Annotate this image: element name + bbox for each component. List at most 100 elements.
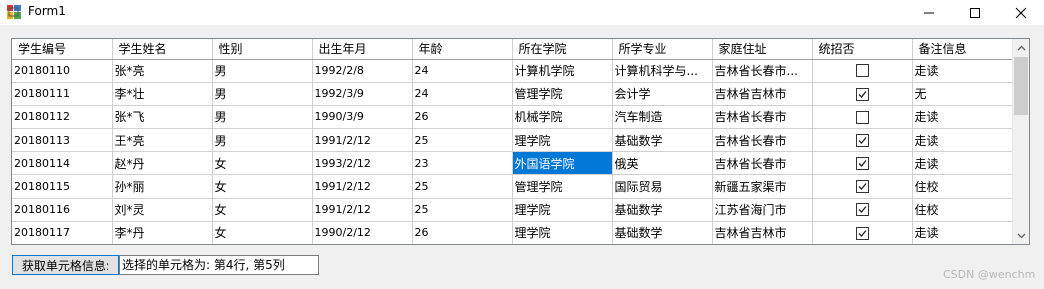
table-cell[interactable]: 俄英 xyxy=(612,151,713,176)
table-cell-checkbox[interactable] xyxy=(812,105,913,130)
table-cell[interactable]: 机械学院 xyxy=(512,105,613,130)
table-cell[interactable]: 26 xyxy=(412,221,513,244)
table-cell[interactable]: 管理学院 xyxy=(512,82,613,106)
table-cell[interactable]: 计算机科学与... xyxy=(612,59,713,83)
table-row[interactable]: 20180111 李*壮男 1992/3/9 24 管理学院 会计学 吉林省吉林市 无 xyxy=(12,82,1013,106)
table-cell[interactable]: 1992/3/9 xyxy=(312,82,413,106)
table-cell[interactable]: 刘*灵 xyxy=(112,198,213,222)
table-cell[interactable]: 1991/2/12 xyxy=(312,198,413,222)
table-cell[interactable]: 女 xyxy=(212,198,313,222)
minimize-button[interactable] xyxy=(906,0,952,25)
table-cell[interactable]: 1990/3/9 xyxy=(312,105,413,130)
table-cell[interactable]: 1991/2/12 xyxy=(312,128,413,153)
table-cell[interactable]: 孙*丽 xyxy=(112,174,213,199)
table-cell[interactable]: 20180117 xyxy=(12,221,113,244)
table-cell[interactable]: 汽车制造 xyxy=(612,105,713,130)
get-cell-info-button[interactable]: 获取单元格信息: xyxy=(12,255,119,275)
checkbox-checked[interactable] xyxy=(855,203,869,217)
table-cell-checkbox[interactable] xyxy=(812,174,913,199)
table-cell[interactable]: 女 xyxy=(212,151,313,176)
table-cell[interactable]: 26 xyxy=(412,105,513,130)
table-row[interactable]: 20180115 孙*丽女 1991/2/12 25 管理学院 国际贸易 新疆五家渠市 住校 xyxy=(12,174,1013,199)
table-cell[interactable]: 1990/2/12 xyxy=(312,221,413,244)
table-cell[interactable]: 20180114 xyxy=(12,151,113,176)
table-cell[interactable]: 20180115 xyxy=(12,174,113,199)
table-cell[interactable]: 李*丹 xyxy=(112,221,213,244)
table-cell[interactable]: 管理学院 xyxy=(512,174,613,199)
table-cell-checkbox[interactable] xyxy=(812,151,913,176)
column-header[interactable]: 所在学院 xyxy=(512,39,613,60)
table-cell[interactable]: 张*飞 xyxy=(112,105,213,130)
table-cell[interactable]: 理学院 xyxy=(512,198,613,222)
table-cell[interactable]: 20180113 xyxy=(12,128,113,153)
table-cell[interactable]: 20180110 xyxy=(12,59,113,83)
table-cell[interactable]: 吉林省吉林市 xyxy=(712,221,813,244)
table-cell[interactable]: 男 xyxy=(212,105,313,130)
table-row[interactable]: 20180114 赵*丹女 1993/2/12 23 外国语学院 俄英 吉林省长春市 走读 xyxy=(12,151,1013,176)
vertical-scrollbar[interactable] xyxy=(1012,39,1029,244)
column-header[interactable]: 出生年月 xyxy=(312,39,413,60)
table-cell[interactable]: 20180112 xyxy=(12,105,113,130)
table-row[interactable]: 20180117 李*丹女 1990/2/12 26 理学院 基础数学 吉林省吉林市 走读 xyxy=(12,221,1013,244)
data-grid[interactable]: 学生编号 学生姓名 性别 出生年月 年龄 所在学院 所学专业 家庭住址 统招否 备注信息 2018… xyxy=(11,38,1030,245)
table-cell[interactable]: 女 xyxy=(212,174,313,199)
table-cell[interactable]: 基础数学 xyxy=(612,221,713,244)
table-cell[interactable]: 25 xyxy=(412,198,513,222)
table-cell[interactable]: 基础数学 xyxy=(612,128,713,153)
scroll-down-button[interactable] xyxy=(1013,227,1029,244)
column-header[interactable]: 学生姓名 xyxy=(112,39,213,60)
table-row[interactable]: 20180113 王*亮男 1991/2/12 25 理学院 基础数学 吉林省长春市 走读 xyxy=(12,128,1013,153)
table-cell[interactable]: 女 xyxy=(212,221,313,244)
table-cell-checkbox[interactable] xyxy=(812,128,913,153)
table-cell-checkbox[interactable] xyxy=(812,82,913,106)
table-cell-checkbox[interactable] xyxy=(812,59,913,83)
title-bar[interactable]: Form1 xyxy=(0,0,1044,25)
table-cell-checkbox[interactable] xyxy=(812,221,913,244)
table-cell[interactable]: 赵*丹 xyxy=(112,151,213,176)
table-cell[interactable]: 走读 xyxy=(912,105,1013,130)
scroll-up-button[interactable] xyxy=(1013,39,1029,56)
checkbox-checked[interactable] xyxy=(855,133,869,147)
table-cell[interactable]: 男 xyxy=(212,128,313,153)
table-cell[interactable]: 23 xyxy=(412,151,513,176)
table-row[interactable]: 20180110 张*亮男 1992/2/8 24 计算机学院 计算机科学与... 吉林省长… xyxy=(12,59,1013,83)
scrollbar-thumb[interactable] xyxy=(1014,57,1028,115)
table-cell[interactable]: 住校 xyxy=(912,198,1013,222)
table-cell[interactable]: 计算机学院 xyxy=(512,59,613,83)
checkbox-checked[interactable] xyxy=(855,226,869,240)
column-header[interactable]: 统招否 xyxy=(812,39,913,60)
table-cell[interactable]: 25 xyxy=(412,174,513,199)
table-cell[interactable]: 住校 xyxy=(912,174,1013,199)
column-header[interactable]: 备注信息 xyxy=(912,39,1013,60)
table-cell[interactable]: 男 xyxy=(212,59,313,83)
table-cell[interactable]: 男 xyxy=(212,82,313,106)
table-cell[interactable]: 新疆五家渠市 xyxy=(712,174,813,199)
table-cell[interactable]: 吉林省长春市 xyxy=(712,128,813,153)
table-cell[interactable]: 江苏省海门市 xyxy=(712,198,813,222)
table-cell[interactable]: 24 xyxy=(412,82,513,106)
table-cell[interactable]: 20180111 xyxy=(12,82,113,106)
table-cell[interactable]: 1993/2/12 xyxy=(312,151,413,176)
table-cell[interactable]: 会计学 xyxy=(612,82,713,106)
column-header[interactable]: 所学专业 xyxy=(612,39,713,60)
table-cell[interactable]: 走读 xyxy=(912,151,1013,176)
checkbox-checked[interactable] xyxy=(855,180,869,194)
table-cell[interactable]: 张*亮 xyxy=(112,59,213,83)
table-cell[interactable]: 吉林省吉林市 xyxy=(712,82,813,106)
column-header[interactable]: 学生编号 xyxy=(12,39,113,60)
checkbox-checked[interactable] xyxy=(855,157,869,171)
table-cell-checkbox[interactable] xyxy=(812,198,913,222)
table-cell[interactable]: 25 xyxy=(412,128,513,153)
table-cell-selected[interactable]: 外国语学院 xyxy=(512,151,613,176)
table-cell[interactable]: 20180116 xyxy=(12,198,113,222)
table-cell[interactable]: 吉林省长春市... xyxy=(712,59,813,83)
table-cell[interactable]: 基础数学 xyxy=(612,198,713,222)
selected-cell-result-field[interactable]: 选择的单元格为: 第4行, 第5列 xyxy=(119,255,319,275)
column-header[interactable]: 家庭住址 xyxy=(712,39,813,60)
table-cell[interactable]: 无 xyxy=(912,82,1013,106)
table-cell[interactable]: 李*壮 xyxy=(112,82,213,106)
table-cell[interactable]: 吉林省长春市 xyxy=(712,105,813,130)
checkbox-unchecked[interactable] xyxy=(855,64,869,78)
table-cell[interactable]: 走读 xyxy=(912,221,1013,244)
maximize-button[interactable] xyxy=(952,0,998,25)
